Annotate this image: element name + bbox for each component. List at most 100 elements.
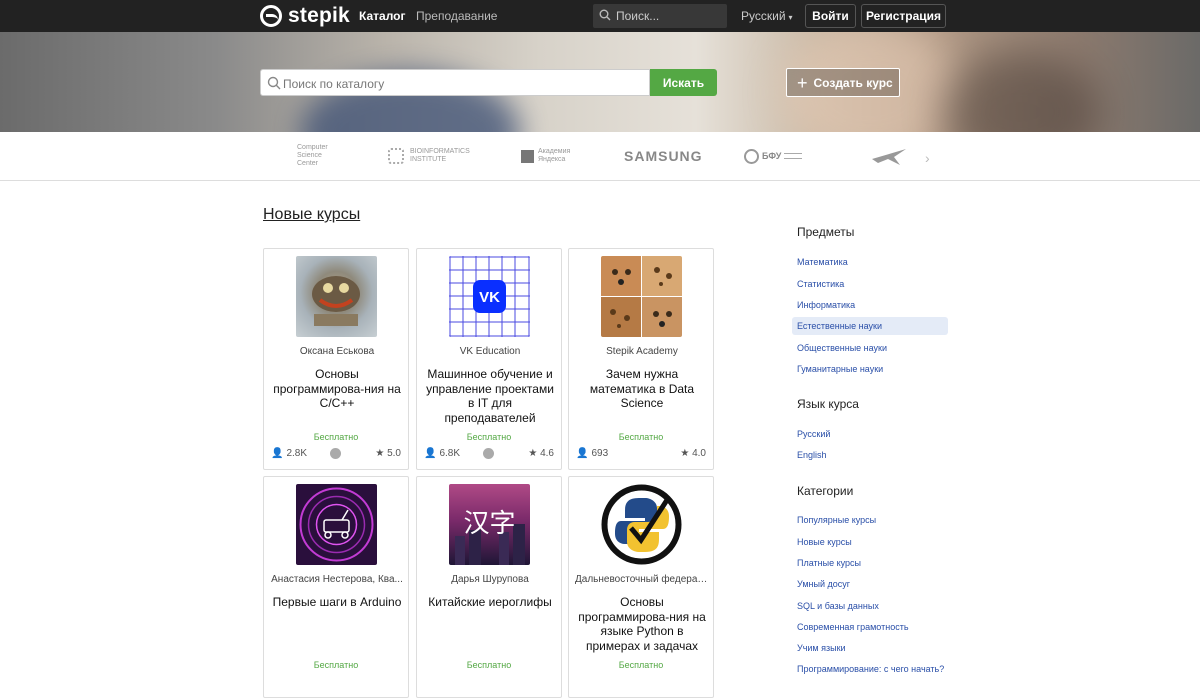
course-price: Бесплатно (466, 660, 512, 670)
course-cover-image (601, 484, 682, 565)
register-button[interactable]: Регистрация (861, 4, 946, 28)
course-rating: 4.0 (692, 448, 706, 459)
course-card[interactable]: VK VK Education Машинное обучение и упра… (416, 248, 562, 470)
plane-logo-icon (872, 149, 906, 165)
course-title[interactable]: Основы программирова-ния на языке Python… (575, 595, 709, 653)
chevron-down-icon: ▾ (788, 13, 793, 22)
bfu-subtitle-mark (784, 153, 803, 159)
user-icon: 👤 (271, 448, 284, 459)
course-rating: 5.0 (387, 448, 401, 459)
yandex-logo-icon (521, 149, 534, 163)
partner-bfu-label: БФУ (762, 151, 782, 161)
bioinformatics-logo-icon (388, 148, 404, 164)
partner-bioinformatics[interactable]: BIOINFORMATICS INSTITUTE (388, 132, 470, 180)
course-stats: 👤 6.8K ★ 4.6 (417, 448, 561, 462)
category-new[interactable]: Новые курсы (792, 533, 948, 551)
course-price: Бесплатно (618, 660, 664, 670)
search-button[interactable]: Искать (650, 69, 717, 96)
partner-csc[interactable]: Computer Science Center (297, 132, 328, 180)
language-label: Русский (741, 9, 786, 23)
create-course-button[interactable]: + Создать курс (786, 68, 900, 97)
subject-natural-sciences[interactable]: Естественные науки (792, 317, 948, 335)
category-smart-leisure[interactable]: Умный досуг (792, 575, 948, 593)
category-programming-start[interactable]: Программирование: с чего начать? (792, 660, 948, 678)
nav-catalog[interactable]: Каталог (359, 9, 406, 23)
course-title[interactable]: Китайские иероглифы (423, 595, 557, 610)
nav-teaching[interactable]: Преподавание (416, 9, 497, 23)
course-stats: 👤 693 ★ 4.0 (569, 448, 713, 462)
course-title[interactable]: Зачем нужна математика в Data Science (575, 367, 709, 411)
star-icon: ★ (680, 448, 690, 459)
search-icon (267, 76, 281, 90)
learners-count: 6.8K (439, 448, 461, 459)
category-literacy[interactable]: Современная грамотность (792, 618, 948, 636)
star-icon: ★ (375, 448, 385, 459)
partner-plane-logo[interactable] (870, 132, 908, 180)
course-price: Бесплатно (313, 660, 359, 670)
course-card[interactable]: Оксана Еськова Основы программирова-ния … (263, 248, 409, 470)
course-cover-image: 汉字 (449, 484, 530, 565)
category-popular[interactable]: Популярные курсы (792, 511, 948, 529)
course-author: Дарья Шурупова (451, 574, 529, 585)
course-language-heading: Язык курса (797, 397, 859, 411)
course-rating: 4.6 (540, 448, 554, 459)
course-author: Stepik Academy (606, 346, 678, 357)
learners-count: 2.8K (286, 448, 308, 459)
create-course-label: Создать курс (813, 75, 893, 90)
category-sql[interactable]: SQL и базы данных (792, 597, 948, 615)
search-icon (599, 9, 611, 21)
plus-icon: + (797, 72, 808, 93)
course-card[interactable]: Stepik Academy Зачем нужна математика в … (568, 248, 714, 470)
course-author: Дальневосточный федерал... (575, 574, 709, 585)
partner-yandex-academy[interactable]: Академия Яндекса (521, 132, 570, 180)
course-card[interactable]: Дальневосточный федерал... Основы програ… (568, 476, 714, 698)
catalog-search-input[interactable]: Поиск по каталогу (260, 69, 650, 96)
course-title[interactable]: Основы программирова-ния на C/C++ (270, 367, 404, 411)
subject-social-sciences[interactable]: Общественные науки (792, 339, 948, 357)
partners-next-icon[interactable]: › (925, 150, 930, 166)
course-stats: 👤 2.8K ★ 5.0 (264, 448, 408, 462)
top-search-input[interactable]: Поиск... (593, 4, 727, 28)
subjects-heading: Предметы (797, 225, 855, 239)
svg-text:VK: VK (479, 289, 500, 306)
lang-russian[interactable]: Русский (792, 425, 948, 443)
partner-bfu[interactable]: БФУ (744, 132, 803, 180)
language-select[interactable]: Русский ▾ (741, 9, 793, 23)
stepik-logo[interactable]: stepik (260, 4, 350, 28)
course-cover-image (601, 256, 682, 337)
course-price: Бесплатно (313, 432, 359, 442)
partners-strip: Computer Science Center BIOINFORMATICS I… (0, 132, 1200, 181)
cover-hanzi-text: 汉字 (463, 509, 515, 539)
course-price: Бесплатно (466, 432, 512, 442)
course-price: Бесплатно (618, 432, 664, 442)
course-card[interactable]: Анастасия Нестерова, Ква... Первые шаги … (263, 476, 409, 698)
subject-informatics[interactable]: Информатика (792, 296, 948, 314)
course-title[interactable]: Первые шаги в Arduino (270, 595, 404, 610)
category-paid[interactable]: Платные курсы (792, 554, 948, 572)
top-navbar: stepik Каталог Преподавание Поиск... Рус… (0, 0, 1200, 32)
partner-samsung[interactable]: SAMSUNG (624, 132, 703, 180)
login-button[interactable]: Войти (805, 4, 856, 28)
star-icon: ★ (528, 448, 538, 459)
course-author: VK Education (459, 346, 521, 357)
catalog-search-placeholder: Поиск по каталогу (283, 77, 385, 91)
certificate-icon (330, 448, 341, 459)
lang-english[interactable]: English (792, 446, 948, 464)
subject-statistics[interactable]: Статистика (792, 275, 948, 293)
bfu-logo-icon (744, 148, 759, 164)
course-cover-image: VK (449, 256, 530, 337)
course-author: Оксана Еськова (299, 346, 375, 357)
stepik-logo-icon (260, 5, 282, 27)
subject-math[interactable]: Математика (792, 253, 948, 271)
partner-yandex-label: Академия Яндекса (538, 148, 571, 163)
logo-text: stepik (288, 4, 350, 27)
categories-heading: Категории (797, 484, 854, 498)
partner-bioinformatics-label: BIOINFORMATICS INSTITUTE (410, 148, 470, 163)
category-languages[interactable]: Учим языки (792, 639, 948, 657)
subject-humanities[interactable]: Гуманитарные науки (792, 360, 948, 378)
course-title[interactable]: Машинное обучение и управление проектами… (423, 367, 557, 425)
course-author: Анастасия Нестерова, Ква... (271, 574, 403, 585)
course-card[interactable]: 汉字 Дарья Шурупова Китайские иероглифы Бе… (416, 476, 562, 698)
section-title[interactable]: Новые курсы (263, 206, 360, 224)
course-cover-image (296, 484, 377, 565)
